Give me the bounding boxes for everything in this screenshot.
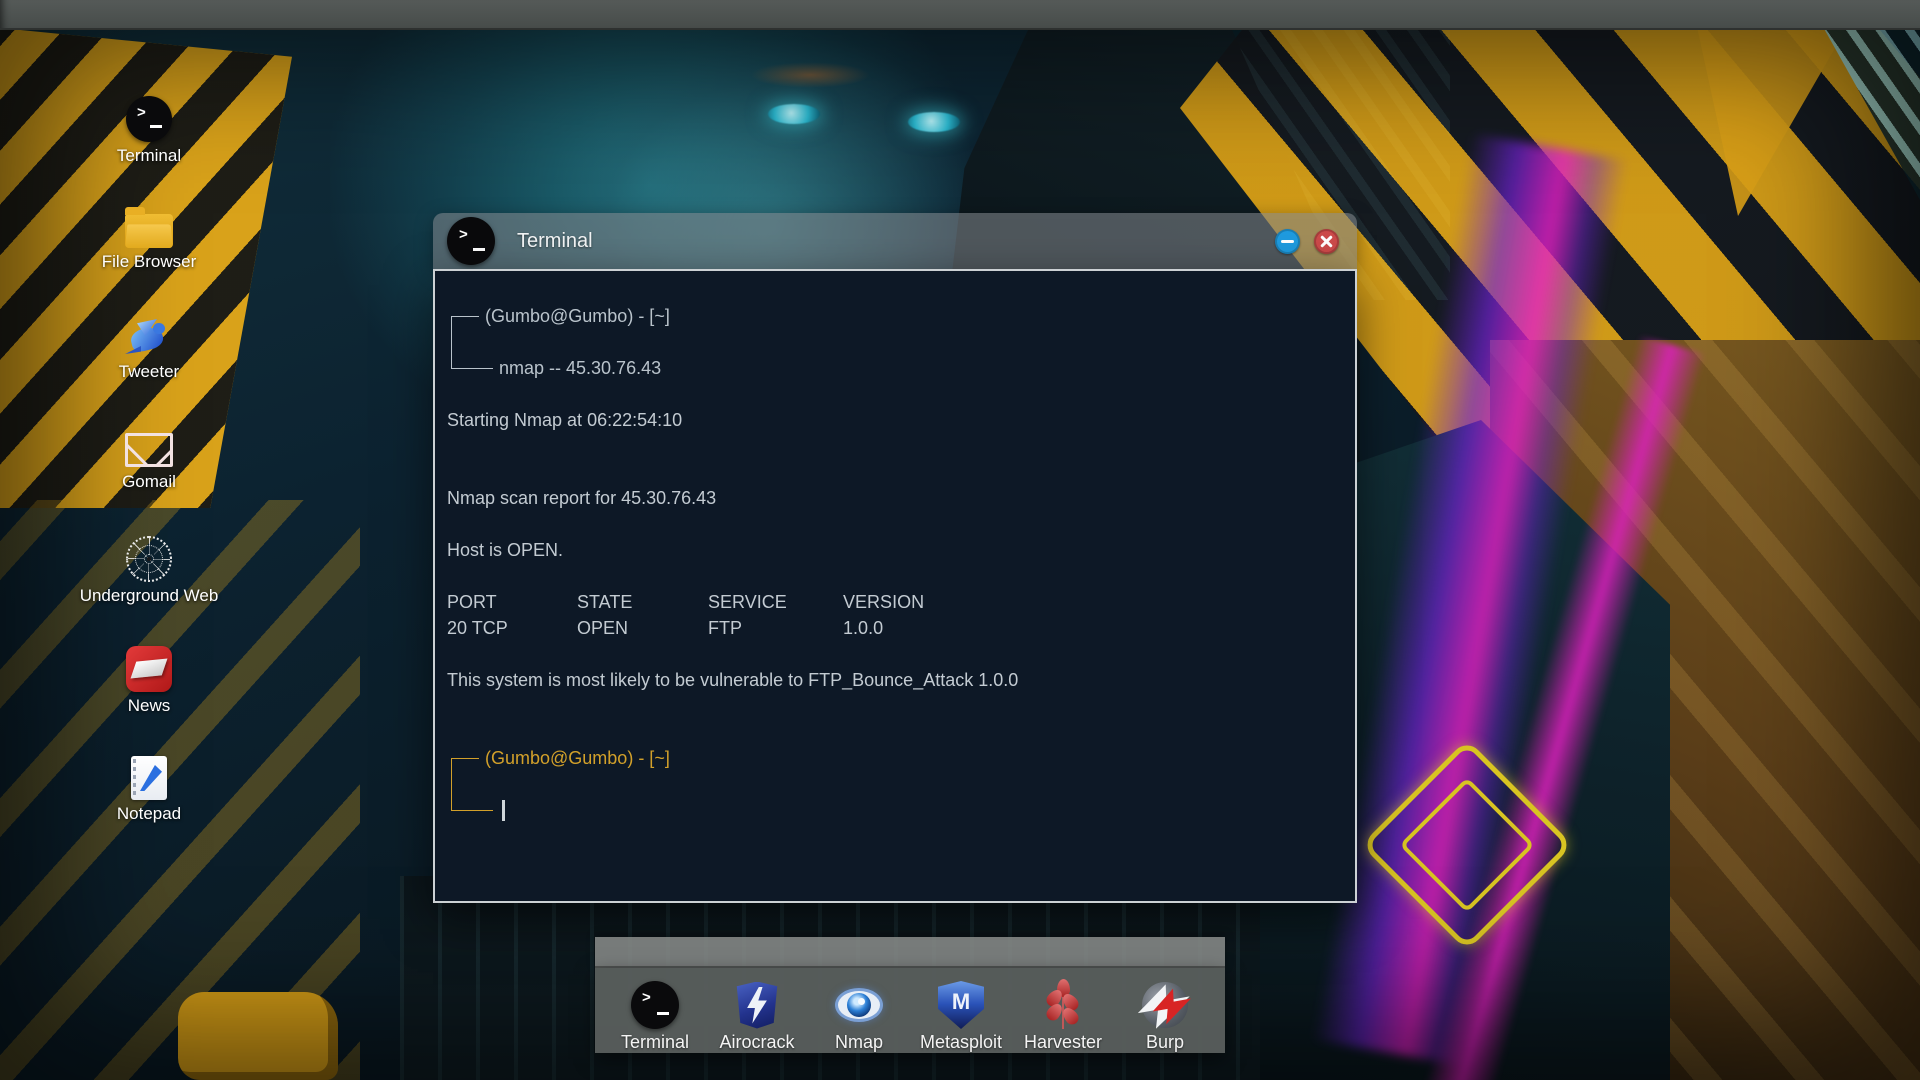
terminal-body[interactable]: (Gumbo@Gumbo) - [~] nmap -- 45.30.76.43 … — [433, 269, 1357, 903]
text-cursor — [502, 799, 505, 821]
minimize-button[interactable] — [1275, 229, 1300, 254]
prompt-bracket-line — [451, 316, 452, 369]
top-bar — [0, 0, 1920, 30]
desktop-icon-label: Terminal — [116, 146, 182, 165]
prompt-bracket-dash — [452, 315, 479, 317]
shield-bolt-icon — [733, 981, 781, 1029]
desktop-icon-underground-web[interactable]: Underground Web — [68, 536, 230, 605]
dock-item-harvester[interactable]: Harvester — [1013, 968, 1113, 1053]
prompt-user-text: (Gumbo@Gumbo) - [~] — [485, 747, 670, 768]
terminal-prompt-block: (Gumbo@Gumbo) - [~] nmap -- 45.30.76.43 — [447, 303, 1341, 381]
desktop-icon-label: Tweeter — [118, 362, 180, 381]
flash-icon — [1141, 981, 1189, 1029]
bird-icon — [125, 316, 173, 358]
table-header-port: PORT — [447, 592, 497, 612]
desktop-icon-terminal[interactable]: > Terminal — [68, 96, 230, 165]
desktop-screen: > Terminal File Browser Tweeter Gomail U… — [0, 0, 1920, 1080]
table-cell-version: 1.0.0 — [843, 618, 884, 638]
window-controls — [1275, 229, 1339, 254]
prompt-user-text: (Gumbo@Gumbo) - [~] — [485, 305, 670, 326]
dock-item-label: Harvester — [1023, 1032, 1103, 1052]
desktop-icon-file-browser[interactable]: File Browser — [68, 206, 230, 272]
table-cell-service: FTP — [708, 618, 743, 638]
window-title: Terminal — [517, 229, 593, 252]
vulnerability-line: This system is most likely to be vulnera… — [447, 670, 1019, 690]
wheat-icon — [1039, 979, 1087, 1029]
prompt-command-text: nmap -- 45.30.76.43 — [499, 357, 662, 378]
dock-item-metasploit[interactable]: M Metasploit — [911, 968, 1011, 1053]
terminal-output-line: Nmap scan report for 45.30.76.43 — [447, 488, 717, 508]
dock-item-label: Metasploit — [919, 1032, 1003, 1052]
dock-items: > Terminal Airocrack Nmap M Metasploit H… — [595, 968, 1225, 1053]
dock-handle[interactable] — [595, 937, 1225, 968]
spiderweb-icon — [125, 536, 173, 582]
terminal-output-line: Starting Nmap at 06:22:54:10 — [447, 410, 683, 430]
prompt-input-line[interactable] — [447, 797, 1341, 823]
terminal-window: > Terminal (Gumbo@Gumbo) - [~] nmap -- 4… — [433, 213, 1357, 903]
scan-table-header-row: PORT STATE SERVICE VERSION — [447, 589, 1341, 615]
desktop-icon-gomail[interactable]: Gomail — [68, 426, 230, 492]
envelope-icon — [125, 426, 173, 468]
terminal-titlebar[interactable]: > Terminal — [433, 213, 1357, 269]
notepad-icon — [125, 756, 173, 800]
dock-item-airocrack[interactable]: Airocrack — [707, 968, 807, 1053]
table-cell-state: OPEN — [577, 618, 629, 638]
prompt-user-line: (Gumbo@Gumbo) - [~] — [447, 303, 1341, 329]
dock-item-nmap[interactable]: Nmap — [809, 968, 909, 1053]
dock: > Terminal Airocrack Nmap M Metasploit H… — [595, 937, 1225, 1053]
shield-m-icon: M — [937, 981, 985, 1029]
prompt-spacer-line — [447, 771, 1341, 797]
folder-icon — [125, 206, 173, 248]
desktop-icon-notepad[interactable]: Notepad — [68, 756, 230, 823]
prompt-user-line: (Gumbo@Gumbo) - [~] — [447, 745, 1341, 771]
desktop-icon-label: Gomail — [122, 472, 176, 491]
desktop-icon-label: News — [127, 696, 171, 715]
prompt-bracket-dash — [452, 757, 479, 759]
dock-item-terminal[interactable]: > Terminal — [605, 968, 705, 1053]
desktop-icon-news[interactable]: News — [68, 646, 230, 715]
dock-item-label: Nmap — [834, 1032, 883, 1052]
desktop-icon-tweeter[interactable]: Tweeter — [68, 316, 230, 382]
table-cell-port: 20 TCP — [447, 618, 508, 638]
dock-item-label: Terminal — [620, 1032, 690, 1052]
terminal-output-line: Host is OPEN. — [447, 540, 564, 560]
desktop-icon-label: Notepad — [116, 804, 182, 823]
desktop-icon-label: File Browser — [101, 252, 197, 271]
terminal-icon: > — [125, 96, 173, 142]
terminal-window-icon: > — [447, 217, 495, 265]
prompt-bracket-line — [451, 758, 452, 811]
close-button[interactable] — [1314, 229, 1339, 254]
prompt-command-line: nmap -- 45.30.76.43 — [447, 355, 1341, 381]
metasploit-monogram: M — [951, 989, 971, 1014]
terminal-icon: > — [631, 981, 679, 1029]
dock-item-burp[interactable]: Burp — [1115, 968, 1215, 1053]
prompt-spacer-line — [447, 329, 1341, 355]
eye-icon — [835, 981, 883, 1029]
scan-table-row: 20 TCP OPEN FTP 1.0.0 — [447, 615, 1341, 641]
desktop-icon-grid: > Terminal File Browser Tweeter Gomail U… — [68, 96, 230, 866]
news-icon — [125, 646, 173, 692]
table-header-version: VERSION — [843, 592, 925, 612]
prompt-bracket-dash — [452, 809, 493, 811]
terminal-prompt-block-active: (Gumbo@Gumbo) - [~] — [447, 745, 1341, 823]
dock-item-label: Airocrack — [719, 1032, 795, 1052]
table-header-service: SERVICE — [708, 592, 787, 612]
dock-item-label: Burp — [1145, 1032, 1185, 1052]
prompt-bracket-dash — [452, 367, 493, 369]
desktop-icon-label: Underground Web — [79, 586, 219, 605]
table-header-state: STATE — [577, 592, 633, 612]
